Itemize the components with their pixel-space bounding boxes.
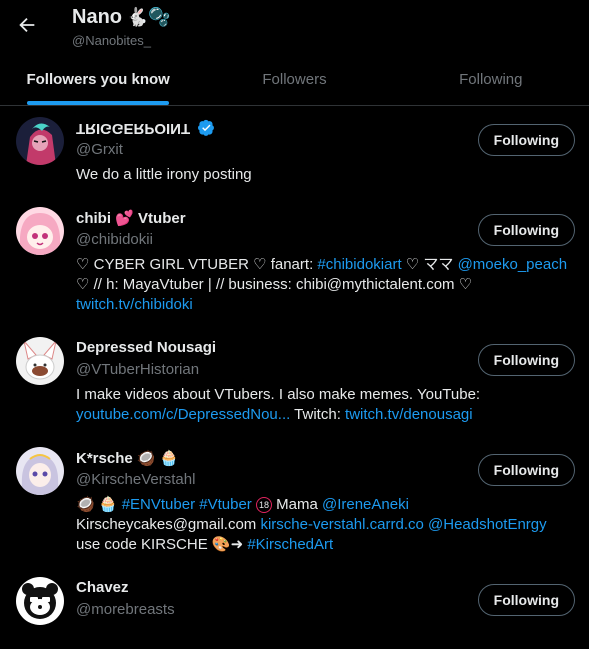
- url-link[interactable]: twitch.tv/chibidoki: [76, 296, 193, 313]
- bio-text: ♡ // h: MayaVtuber | // business: chibi@…: [76, 276, 473, 293]
- tab-followers[interactable]: Followers: [196, 53, 392, 105]
- back-arrow-icon[interactable]: [16, 14, 38, 36]
- heart-icon: 💕: [115, 210, 134, 227]
- user-handle: @morebreasts: [76, 601, 175, 618]
- tab-followers-you-know[interactable]: Followers you know: [0, 53, 196, 105]
- hashtag-link[interactable]: #ENVtuber: [122, 496, 195, 513]
- user-handle: @KirscheVerstahl: [76, 471, 196, 488]
- profile-name: Nano 🐇🫧: [72, 6, 171, 29]
- user-handle: @chibidokii: [76, 231, 153, 248]
- tab-following[interactable]: Following: [393, 53, 589, 105]
- user-name-text: K*rsche: [76, 450, 133, 467]
- tab-bar: Followers you know Followers Following: [0, 53, 589, 106]
- name-emoji: 🥥 🧁: [136, 450, 179, 467]
- hashtag-link[interactable]: #KirschedArt: [247, 536, 333, 553]
- bio-text: Mama: [271, 496, 322, 513]
- profile-name-emoji: 🐇🫧: [126, 7, 171, 27]
- user-cell[interactable]: chibi 💕 Vtuber @chibidokii Following ♡ C…: [0, 207, 589, 327]
- bio-text: I make videos about VTubers. I also make…: [76, 386, 481, 403]
- tab-label: Followers you know: [26, 70, 170, 88]
- user-cell[interactable]: Depressed Nousagi @VTuberHistorian Follo…: [0, 337, 589, 427]
- avatar[interactable]: [16, 207, 64, 255]
- user-cell[interactable]: TRIGGERPOINT @Grxit Following We do a li…: [0, 117, 589, 197]
- hashtag-link[interactable]: #Vtuber: [199, 496, 252, 513]
- user-bio: ♡ CYBER GIRL VTUBER ♡ fanart: #chibidoki…: [76, 255, 576, 315]
- user-name-text: TRIGGERPOINT: [76, 120, 191, 137]
- user-name[interactable]: K*rsche 🥥 🧁: [76, 449, 178, 467]
- avatar[interactable]: [16, 117, 64, 165]
- user-bio: I make videos about VTubers. I also make…: [76, 385, 576, 425]
- bio-text: use code KIRSCHE 🎨➜: [76, 536, 248, 553]
- url-link[interactable]: twitch.tv/denousagi: [345, 406, 473, 423]
- profile-header: Nano 🐇🫧 @Nanobites_: [0, 0, 589, 53]
- user-name[interactable]: chibi 💕 Vtuber: [76, 209, 186, 227]
- user-name[interactable]: TRIGGERPOINT: [76, 119, 215, 137]
- url-link[interactable]: kirsche-verstahl.carrd.co: [260, 516, 423, 533]
- user-name[interactable]: Depressed Nousagi: [76, 339, 216, 356]
- user-handle: @VTuberHistorian: [76, 361, 200, 378]
- following-button[interactable]: Following: [477, 124, 575, 156]
- bio-text: ♡ CYBER GIRL VTUBER ♡ fanart:: [76, 256, 318, 273]
- profile-handle: @Nanobites_: [72, 33, 151, 48]
- user-bio: 🥥 🧁 #ENVtuber #Vtuber 18 Mama @IreneAnek…: [76, 495, 576, 555]
- user-cell[interactable]: Chavez @morebreasts Following: [0, 577, 589, 637]
- bio-emoji: 🥥 🧁: [76, 496, 122, 513]
- tab-label: Followers: [262, 70, 327, 88]
- bio-text: Kirscheycakes@gmail.com: [76, 516, 261, 533]
- bio-text: ♡ ママ: [401, 256, 458, 273]
- active-tab-indicator: [27, 101, 170, 105]
- mention-link[interactable]: @HeadshotEnrgy: [428, 516, 547, 533]
- tab-label: Following: [459, 70, 523, 88]
- user-bio: We do a little irony posting: [76, 166, 252, 183]
- avatar[interactable]: [16, 447, 64, 495]
- avatar[interactable]: [16, 337, 64, 385]
- verified-badge-icon: [198, 119, 215, 136]
- profile-name-text: Nano: [72, 6, 122, 28]
- age-18-icon: 18: [255, 497, 272, 513]
- user-name[interactable]: Chavez: [76, 579, 129, 596]
- user-name-suffix: Vtuber: [138, 210, 186, 227]
- url-link[interactable]: youtube.com/c/DepressedNou...: [76, 406, 290, 423]
- following-button[interactable]: Following: [477, 344, 575, 376]
- mention-link[interactable]: @moeko_peach: [458, 256, 567, 273]
- following-button[interactable]: Following: [477, 214, 575, 246]
- avatar[interactable]: [16, 577, 64, 625]
- following-button[interactable]: Following: [477, 584, 575, 616]
- mention-link[interactable]: @IreneAneki: [322, 496, 409, 513]
- hashtag-link[interactable]: #chibidokiart: [317, 256, 401, 273]
- bio-text: Twitch:: [290, 406, 346, 423]
- following-button[interactable]: Following: [477, 454, 575, 486]
- user-name-text: chibi: [76, 210, 112, 227]
- user-handle: @Grxit: [76, 141, 123, 158]
- user-cell[interactable]: K*rsche 🥥 🧁 @KirscheVerstahl Following 🥥…: [0, 447, 589, 557]
